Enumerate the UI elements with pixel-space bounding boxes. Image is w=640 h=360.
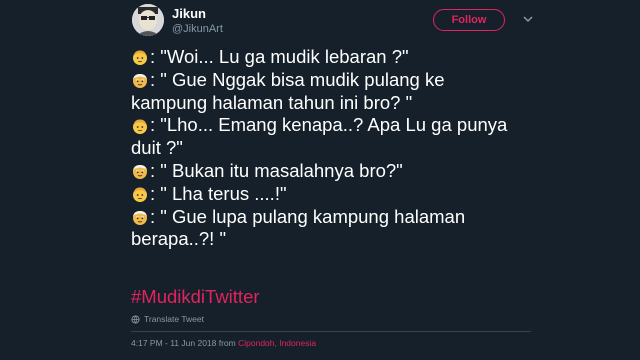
- older-person-emoji-icon: [131, 162, 149, 180]
- tweet-line-text: berapa..?! ": [131, 228, 227, 250]
- display-name[interactable]: Jikun: [172, 6, 223, 22]
- location-link[interactable]: Cipondoh, Indonesia: [238, 338, 316, 348]
- person-emoji-icon: [131, 185, 149, 203]
- tweet-line: : " Gue Nggak bisa mudik pulang ke: [131, 69, 531, 92]
- tweet-text: : "Woi... Lu ga mudik lebaran ?": " Gue …: [131, 46, 531, 251]
- person-emoji-icon: [131, 48, 149, 66]
- user-handle[interactable]: @JikunArt: [172, 22, 223, 36]
- tweet-line-text: : " Bukan itu masalahnya bro?": [150, 159, 403, 181]
- tweet-line: : " Bukan itu masalahnya bro?": [131, 160, 531, 183]
- tweet-card: Jikun @JikunArt Follow : "Woi... Lu ga m…: [0, 0, 640, 360]
- tweet-line-text: : " Gue lupa pulang kampung halaman: [150, 205, 466, 227]
- translate-label: Translate Tweet: [144, 314, 205, 324]
- globe-icon: [131, 314, 140, 324]
- tweet-line: : "Woi... Lu ga mudik lebaran ?": [131, 46, 531, 69]
- tweet-line: duit ?": [131, 137, 531, 160]
- hashtag-link[interactable]: #MudikdiTwitter: [131, 285, 260, 309]
- user-names: Jikun @JikunArt: [172, 6, 223, 36]
- divider: [131, 331, 531, 332]
- tweet-line: : "Lho... Emang kenapa..? Apa Lu ga puny…: [131, 114, 531, 137]
- follow-button[interactable]: Follow: [433, 9, 505, 31]
- chevron-down-icon[interactable]: [522, 13, 534, 25]
- tweet-meta: 4:17 PM - 11 Jun 2018 from Cipondoh, Ind…: [131, 338, 316, 348]
- person-emoji-icon: [131, 117, 149, 135]
- tweet-line: berapa..?! ": [131, 228, 531, 251]
- tweet-line-text: : " Gue Nggak bisa mudik pulang ke: [150, 68, 445, 90]
- translate-tweet[interactable]: Translate Tweet: [131, 314, 204, 324]
- avatar[interactable]: [132, 4, 164, 36]
- tweet-header: Jikun @JikunArt Follow: [132, 4, 542, 38]
- tweet-line-text: : "Woi... Lu ga mudik lebaran ?": [150, 46, 409, 67]
- tweet-line-text: : " Lha terus ....!": [150, 182, 287, 204]
- tweet-line: kampung halaman tahun ini bro? ": [131, 92, 531, 115]
- older-person-emoji-icon: [131, 71, 149, 89]
- tweet-line-text: : "Lho... Emang kenapa..? Apa Lu ga puny…: [150, 114, 508, 136]
- tweet-line: : " Lha terus ....!": [131, 183, 531, 206]
- tweet-line-text: kampung halaman tahun ini bro? ": [131, 91, 413, 113]
- older-person-emoji-icon: [131, 208, 149, 226]
- tweet-line: : " Gue lupa pulang kampung halaman: [131, 206, 531, 229]
- tweet-line-text: duit ?": [131, 137, 183, 159]
- timestamp[interactable]: 4:17 PM - 11 Jun 2018 from: [131, 338, 236, 348]
